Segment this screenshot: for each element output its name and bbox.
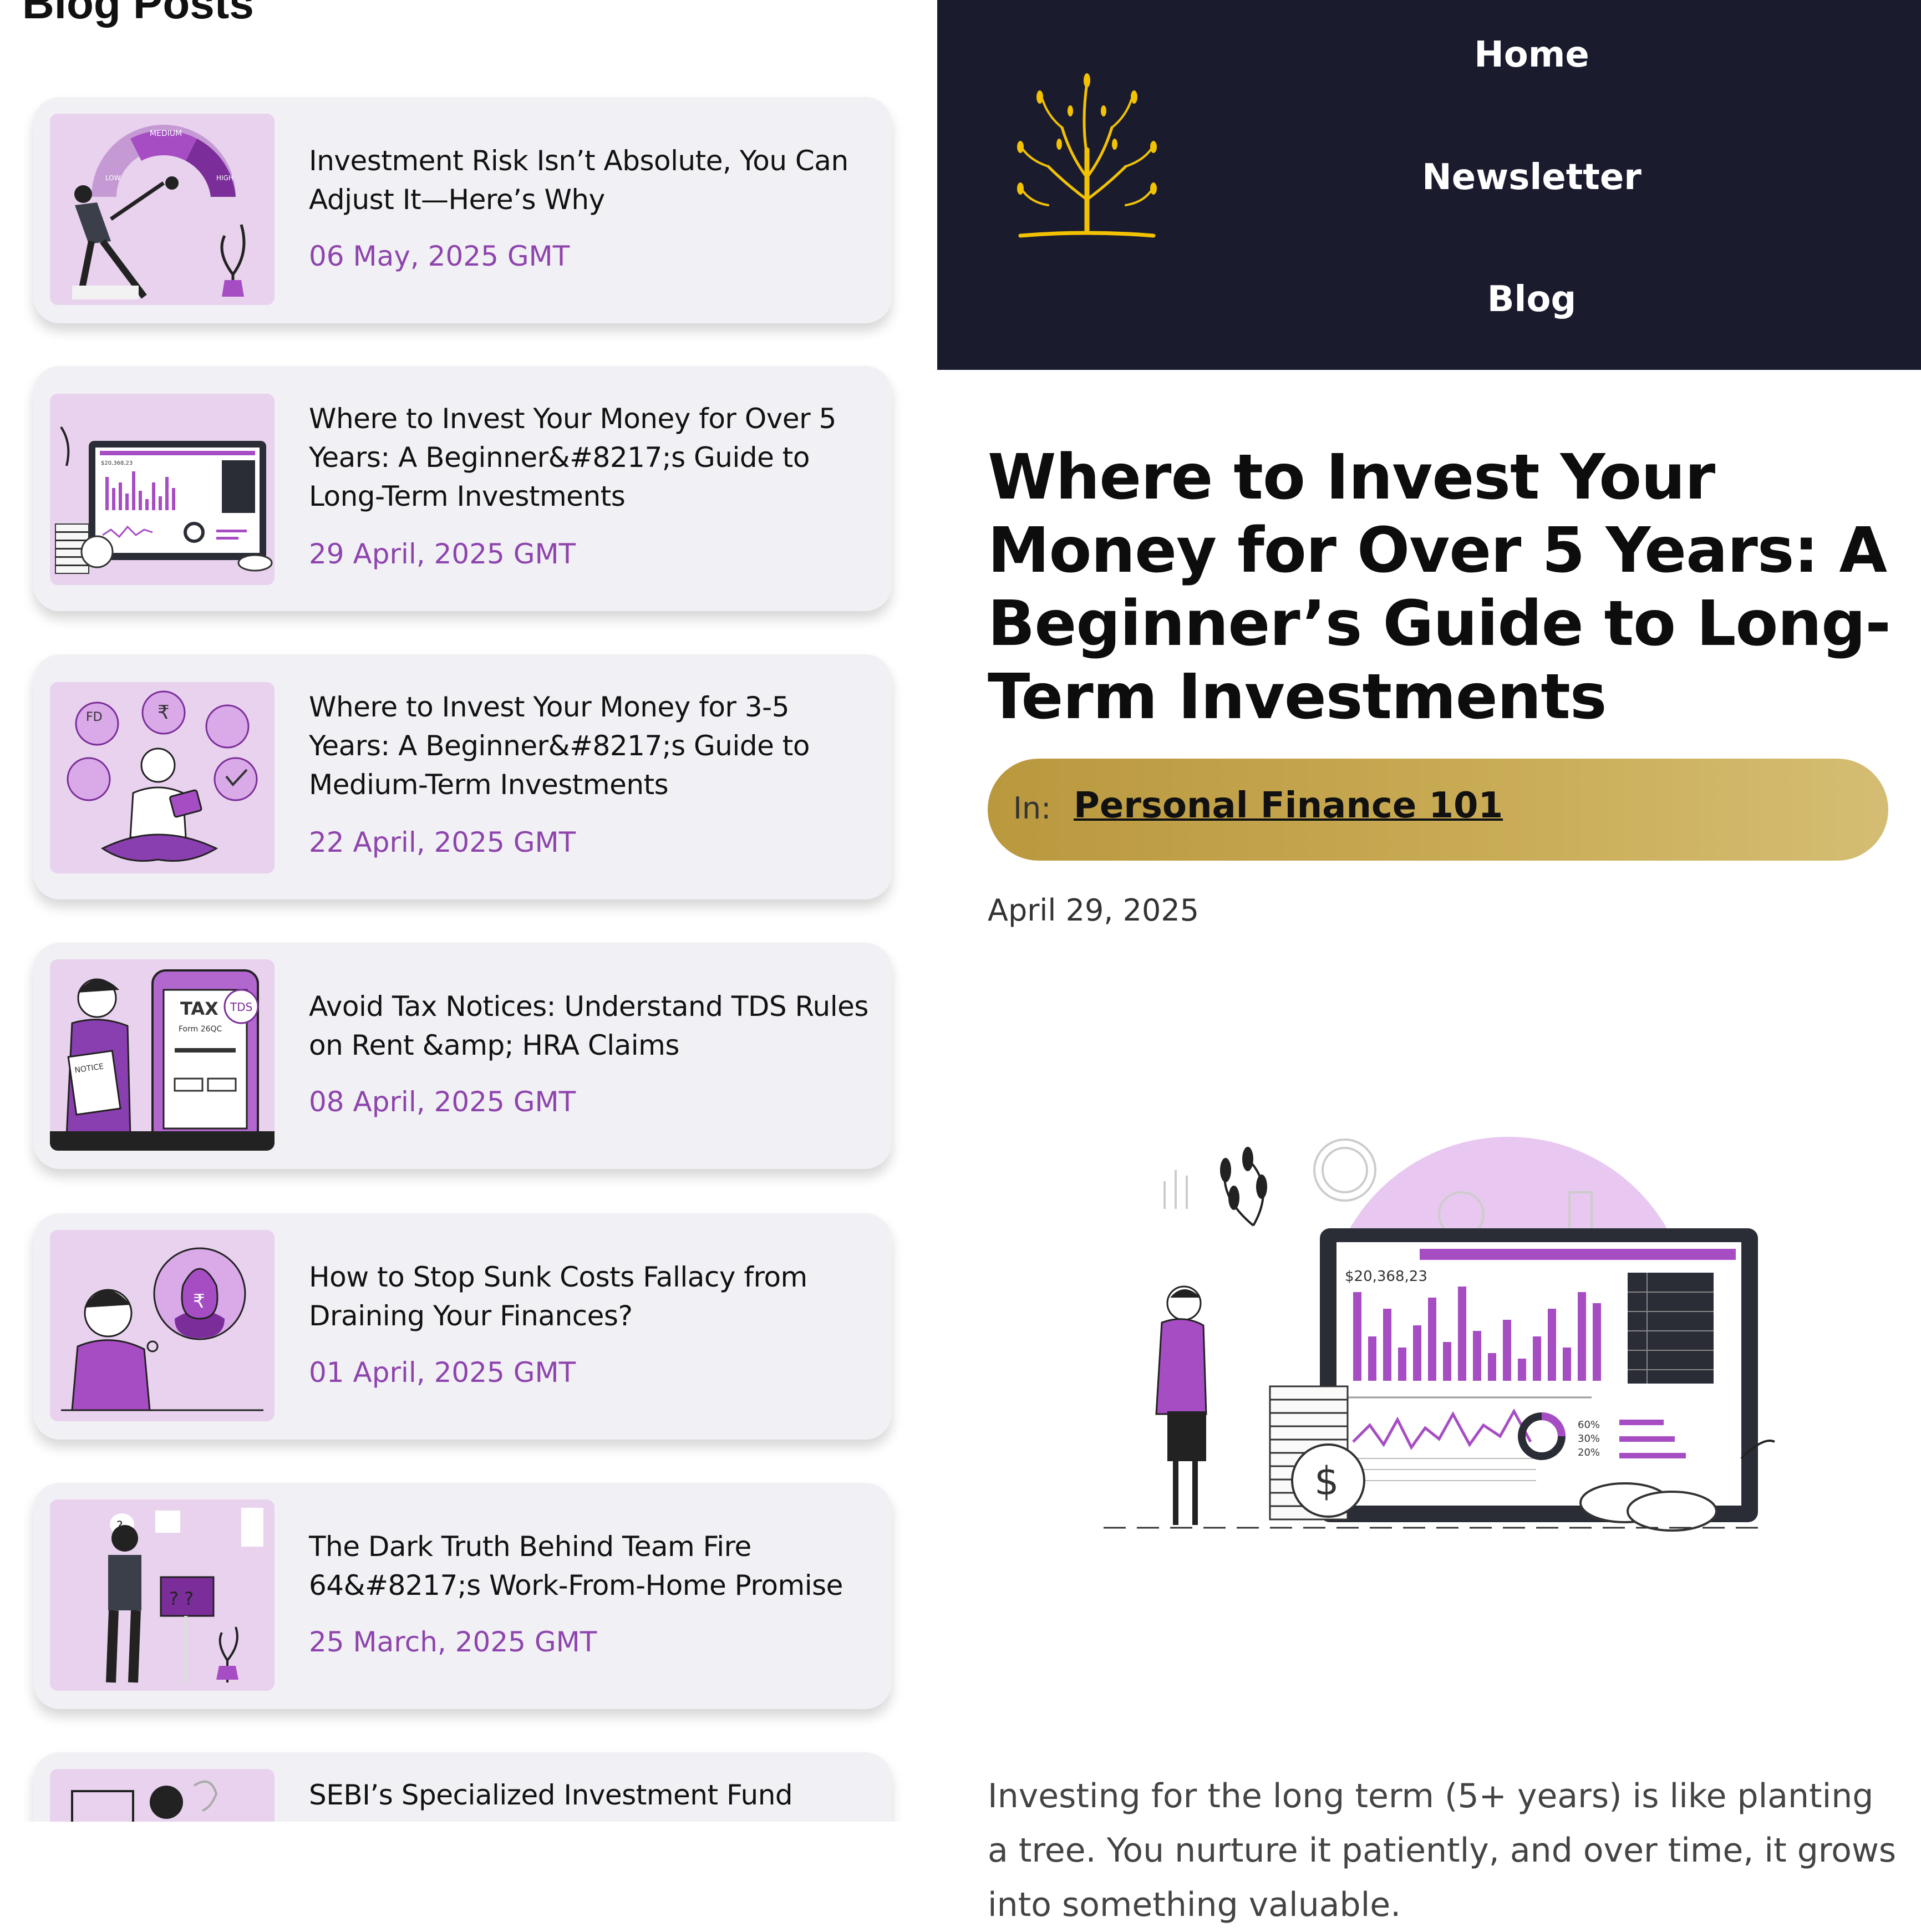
blog-card[interactable]: FD ₹ Where to Invest Your Money for 3-5 … <box>33 654 892 899</box>
gauge-low-label: LOW <box>105 174 121 182</box>
site-navbar: Home Newsletter Blog <box>937 0 1921 370</box>
blog-card[interactable]: MEDIUM LOW HIGH Investment Risk Isn’t Ab… <box>33 97 892 323</box>
thumbnail-medium-term: FD ₹ <box>50 682 275 873</box>
hero-legend-60: 60% <box>1578 1419 1600 1431</box>
blog-card-title[interactable]: Where to Invest Your Money for 3-5 Years… <box>309 688 869 804</box>
category-link[interactable]: Personal Finance 101 <box>1074 785 1503 826</box>
svg-text:₹: ₹ <box>193 1290 205 1313</box>
form-label: Form 26QC <box>179 1025 222 1034</box>
blog-card-date: 29 April, 2025 GMT <box>309 538 576 570</box>
blog-card-date: 25 March, 2025 GMT <box>309 1626 597 1658</box>
article-panel: Home Newsletter Blog Where to Invest You… <box>937 0 1921 1924</box>
blog-card-title[interactable]: How to Stop Sunk Costs Fallacy from Drai… <box>309 1258 869 1335</box>
blog-card[interactable]: SEBI’s Specialized Investment Fund <box>33 1752 892 1822</box>
blog-list-heading: Blog Posts <box>22 0 254 28</box>
blog-card-date: 22 April, 2025 GMT <box>309 826 576 858</box>
blog-card-title[interactable]: SEBI’s Specialized Investment Fund <box>309 1776 869 1814</box>
blog-card[interactable]: ? ? ? The Dark Truth Behind Team Fire 64… <box>33 1483 892 1709</box>
blog-card-date: 08 April, 2025 GMT <box>309 1086 576 1118</box>
thumbnail-sebi-fund <box>50 1769 275 1822</box>
fd-badge-label: FD <box>86 710 103 724</box>
article-title: Where to Invest Your Money for Over 5 Ye… <box>988 441 1891 733</box>
hero-legend-30: 30% <box>1578 1433 1600 1445</box>
dashboard-amount-label: $20,368,23 <box>101 460 133 466</box>
nav-blog-link[interactable]: Blog <box>1254 279 1809 320</box>
tds-badge-label: TDS <box>230 1000 252 1014</box>
category-prefix: In: <box>1013 791 1051 826</box>
article-hero-illustration: $20,368,23 60% 30% 20% $ <box>1092 1126 1780 1536</box>
thumbnail-investment-dashboard: $20,368,23 <box>50 394 275 585</box>
thumbnail-sunk-cost: ₹ <box>50 1230 275 1421</box>
blog-card[interactable]: $20,368,23 Where to Invest Your Money fo… <box>33 366 892 611</box>
thumbnail-tax-notice: TAX TDS Form 26QC NOTICE <box>50 959 275 1151</box>
nav-newsletter-link[interactable]: Newsletter <box>1254 157 1809 198</box>
blog-card-title[interactable]: Where to Invest Your Money for Over 5 Ye… <box>309 399 869 516</box>
category-pill: In: Personal Finance 101 <box>988 759 1888 861</box>
tree-logo-icon[interactable] <box>1009 72 1165 244</box>
gauge-medium-label: MEDIUM <box>150 129 182 138</box>
svg-text:$: $ <box>1314 1458 1339 1504</box>
blog-card-date: 01 April, 2025 GMT <box>309 1356 576 1389</box>
blog-card-title[interactable]: Avoid Tax Notices: Understand TDS Rules … <box>309 987 869 1065</box>
blog-card-title[interactable]: The Dark Truth Behind Team Fire 64&#8217… <box>309 1527 869 1605</box>
blog-card-date: 06 May, 2025 GMT <box>309 240 570 272</box>
thumbnail-risk-gauge: MEDIUM LOW HIGH <box>50 114 275 305</box>
blog-list-panel: Blog Posts MEDIUM LOW HIGH Investment Ri… <box>0 0 937 1822</box>
blog-card[interactable]: ₹ How to Stop Sunk Costs Fallacy from Dr… <box>33 1213 892 1440</box>
nav-home-link[interactable]: Home <box>1254 34 1809 75</box>
article-date: April 29, 2025 <box>988 893 1200 928</box>
svg-text:? ?: ? ? <box>169 1588 194 1609</box>
hero-legend-20: 20% <box>1578 1447 1600 1458</box>
article-body-paragraph: Investing for the long term (5+ years) i… <box>988 1777 1897 1924</box>
thumbnail-mystery-box: ? ? ? <box>50 1499 275 1691</box>
svg-text:₹: ₹ <box>157 701 170 724</box>
hero-dashboard-amount: $20,368,23 <box>1345 1268 1427 1285</box>
blog-card[interactable]: TAX TDS Form 26QC NOTICE Avoid Tax Notic… <box>33 943 892 1169</box>
gauge-high-label: HIGH <box>216 174 233 182</box>
blog-card-title[interactable]: Investment Risk Isn’t Absolute, You Can … <box>309 141 869 219</box>
tax-label: TAX <box>180 998 218 1019</box>
